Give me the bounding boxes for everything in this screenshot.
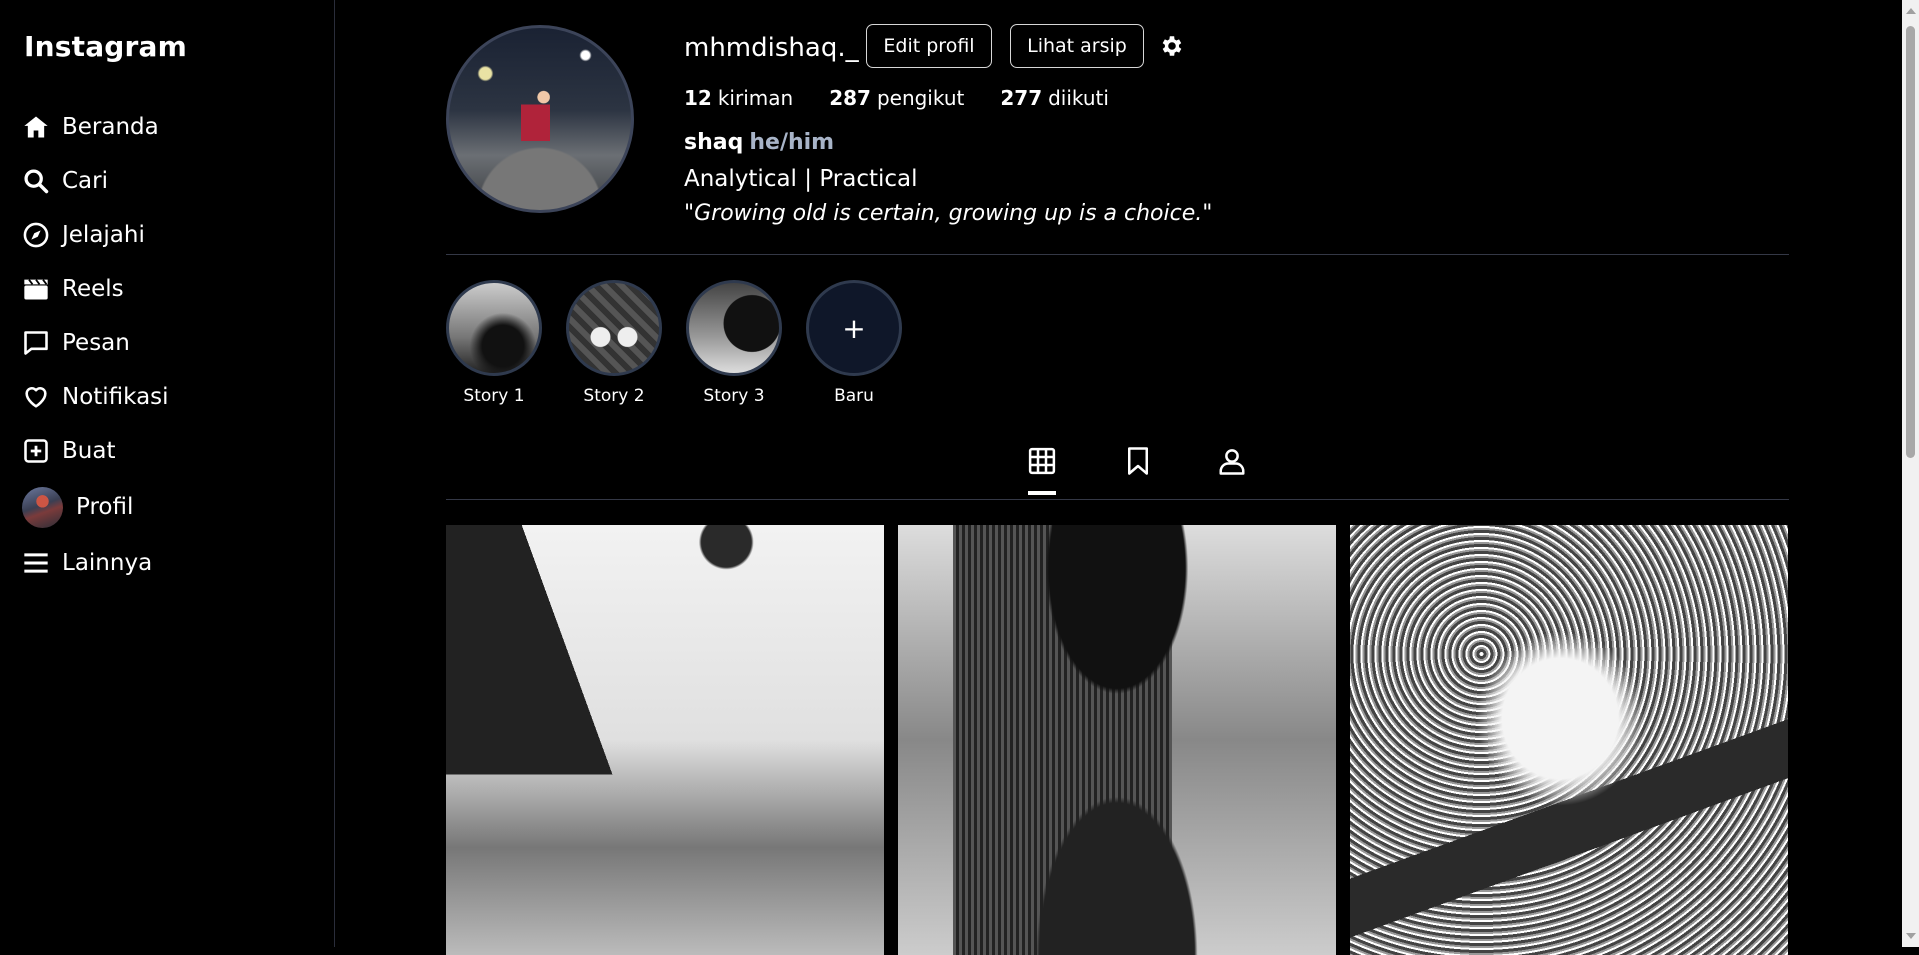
clapperboard-icon bbox=[22, 274, 52, 304]
sidebar-item-beranda[interactable]: Beranda bbox=[22, 100, 169, 154]
scrollbar-thumb[interactable] bbox=[1906, 26, 1915, 458]
following-count: 277 bbox=[1000, 86, 1043, 110]
message-icon bbox=[22, 328, 52, 358]
sidebar-item-label: Cari bbox=[62, 168, 108, 194]
story-label: Story 2 bbox=[583, 386, 645, 406]
sidebar-item-label: Profil bbox=[76, 494, 134, 520]
view-archive-button[interactable]: Lihat arsip bbox=[1010, 24, 1144, 68]
followers-count: 287 bbox=[829, 86, 871, 110]
bio-quote: "Growing old is certain, growing up is a… bbox=[684, 201, 1213, 226]
story-label: Story 3 bbox=[703, 386, 765, 406]
scroll-up-arrow-icon[interactable] bbox=[1906, 8, 1916, 14]
story-thumbnail bbox=[446, 280, 542, 376]
story-highlight-1[interactable]: Story 1 bbox=[446, 280, 542, 406]
home-icon bbox=[22, 112, 52, 142]
plus-square-icon bbox=[22, 436, 52, 466]
sidebar-item-label: Lainnya bbox=[62, 550, 153, 576]
sidebar-item-cari[interactable]: Cari bbox=[22, 154, 169, 208]
sidebar-item-buat[interactable]: Buat bbox=[22, 424, 169, 478]
story-label: Story 1 bbox=[463, 386, 525, 406]
posts-stat[interactable]: 12 kiriman bbox=[684, 86, 793, 110]
pronouns: he/him bbox=[749, 130, 835, 155]
posts-label: kiriman bbox=[717, 86, 794, 110]
divider bbox=[446, 499, 1789, 500]
user-tag-icon bbox=[1219, 449, 1245, 475]
heart-icon bbox=[22, 382, 52, 412]
sidebar-item-pesan[interactable]: Pesan bbox=[22, 316, 169, 370]
story-highlights: Story 1 Story 2 Story 3 + Baru bbox=[446, 280, 926, 406]
sidebar-item-label: Reels bbox=[62, 276, 124, 302]
page-scrollbar[interactable] bbox=[1902, 0, 1919, 947]
tab-saved[interactable] bbox=[1118, 445, 1158, 495]
sidebar-item-notifikasi[interactable]: Notifikasi bbox=[22, 370, 169, 424]
sidebar-item-jelajahi[interactable]: Jelajahi bbox=[22, 208, 169, 262]
profile-tabs bbox=[446, 445, 1789, 500]
sidebar: Instagram Beranda Cari Jelajahi Reels Pe… bbox=[0, 0, 335, 947]
following-label: diikuti bbox=[1048, 86, 1109, 110]
scroll-down-arrow-icon[interactable] bbox=[1906, 933, 1916, 939]
gear-icon[interactable] bbox=[1159, 33, 1185, 59]
profile-avatar[interactable] bbox=[446, 25, 634, 213]
sidebar-item-label: Pesan bbox=[62, 330, 130, 356]
post-thumbnail-3[interactable] bbox=[1350, 525, 1788, 955]
app-logo[interactable]: Instagram bbox=[24, 30, 187, 63]
followers-label: pengikut bbox=[876, 86, 965, 110]
avatar bbox=[22, 486, 63, 528]
story-thumbnail bbox=[566, 280, 662, 376]
new-story-button[interactable]: + Baru bbox=[806, 280, 902, 406]
tab-posts[interactable] bbox=[1022, 445, 1062, 495]
nav-menu: Beranda Cari Jelajahi Reels Pesan Notifi… bbox=[22, 100, 169, 590]
sidebar-item-label: Notifikasi bbox=[62, 384, 169, 410]
sidebar-item-label: Jelajahi bbox=[62, 222, 145, 248]
grid-icon bbox=[1028, 447, 1056, 475]
menu-icon bbox=[22, 548, 52, 578]
sidebar-item-label: Beranda bbox=[62, 114, 159, 140]
sidebar-item-profil[interactable]: Profil bbox=[22, 478, 169, 536]
following-stat[interactable]: 277 diikuti bbox=[1000, 86, 1109, 110]
plus-icon: + bbox=[806, 280, 902, 376]
followers-stat[interactable]: 287 pengikut bbox=[829, 86, 964, 110]
sidebar-item-label: Buat bbox=[62, 438, 116, 464]
display-name: shaq bbox=[684, 130, 744, 155]
post-grid bbox=[446, 525, 1802, 955]
sidebar-item-reels[interactable]: Reels bbox=[22, 262, 169, 316]
bio-line: Analytical | Practical bbox=[684, 166, 918, 192]
post-thumbnail-1[interactable] bbox=[446, 525, 884, 955]
compass-icon bbox=[22, 220, 52, 250]
sidebar-item-lainnya[interactable]: Lainnya bbox=[22, 536, 169, 590]
profile-username: mhmdishaq._ bbox=[684, 33, 859, 63]
bookmark-icon bbox=[1128, 447, 1148, 475]
edit-profile-button[interactable]: Edit profil bbox=[866, 24, 992, 68]
tab-tagged[interactable] bbox=[1212, 445, 1252, 495]
divider bbox=[446, 254, 1789, 255]
profile-name: shaq he/him bbox=[684, 130, 834, 155]
post-thumbnail-2[interactable] bbox=[898, 525, 1336, 955]
story-label: Baru bbox=[834, 386, 874, 406]
posts-count: 12 bbox=[684, 86, 712, 110]
profile-stats: 12 kiriman 287 pengikut 277 diikuti bbox=[684, 86, 1145, 110]
search-icon bbox=[22, 166, 52, 196]
story-highlight-3[interactable]: Story 3 bbox=[686, 280, 782, 406]
story-highlight-2[interactable]: Story 2 bbox=[566, 280, 662, 406]
story-thumbnail bbox=[686, 280, 782, 376]
